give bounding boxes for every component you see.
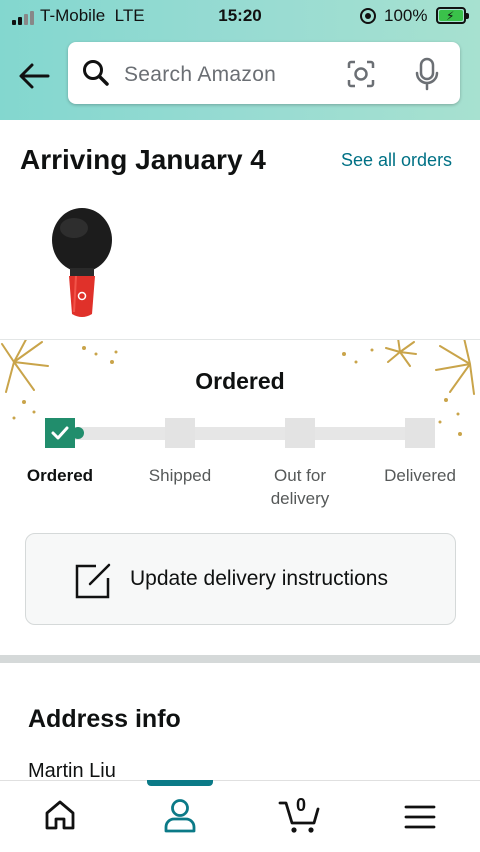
progress-marker <box>72 427 84 439</box>
status-bar: T-Mobile LTE 15:20 100% ⚡ <box>0 0 480 34</box>
home-icon[interactable] <box>44 798 76 832</box>
progress-node-delivered <box>405 418 435 448</box>
section-separator-band <box>0 655 480 663</box>
active-tab-indicator <box>147 780 213 786</box>
search-icon <box>83 60 109 86</box>
search-bar[interactable]: Search Amazon <box>68 42 460 104</box>
cart-count-badge: 0 <box>296 795 307 815</box>
progress-track <box>60 427 420 440</box>
product-image[interactable] <box>46 206 118 322</box>
battery-percent: 100% <box>384 6 428 25</box>
edit-note-icon <box>75 563 111 599</box>
account-icon[interactable] <box>163 798 197 834</box>
step-label-out-for-delivery: Out for delivery <box>270 466 330 508</box>
address-info-heading: Address info <box>28 705 181 733</box>
step-label-shipped: Shipped <box>148 466 212 485</box>
see-all-orders-link[interactable]: See all orders <box>341 150 452 171</box>
progress-node-ordered <box>45 418 75 448</box>
back-arrow-icon[interactable] <box>18 62 50 90</box>
battery-icon: ⚡ <box>436 7 469 24</box>
checkmark-icon <box>51 426 69 440</box>
menu-icon[interactable] <box>404 804 436 830</box>
search-input[interactable]: Search Amazon <box>124 63 276 87</box>
microphone-icon[interactable] <box>414 57 440 91</box>
progress-node-out-for-delivery <box>285 418 315 448</box>
update-delivery-instructions-label: Update delivery instructions <box>130 567 388 590</box>
arriving-date-title: Arriving January 4 <box>20 144 266 175</box>
step-label-ordered: Ordered <box>26 466 94 485</box>
update-delivery-instructions-button[interactable]: Update delivery instructions <box>25 533 456 625</box>
progress-node-shipped <box>165 418 195 448</box>
order-status-title: Ordered <box>195 368 285 394</box>
step-label-delivered: Delivered <box>384 466 456 485</box>
rotation-lock-icon <box>360 8 376 24</box>
camera-scan-icon[interactable] <box>346 59 376 89</box>
